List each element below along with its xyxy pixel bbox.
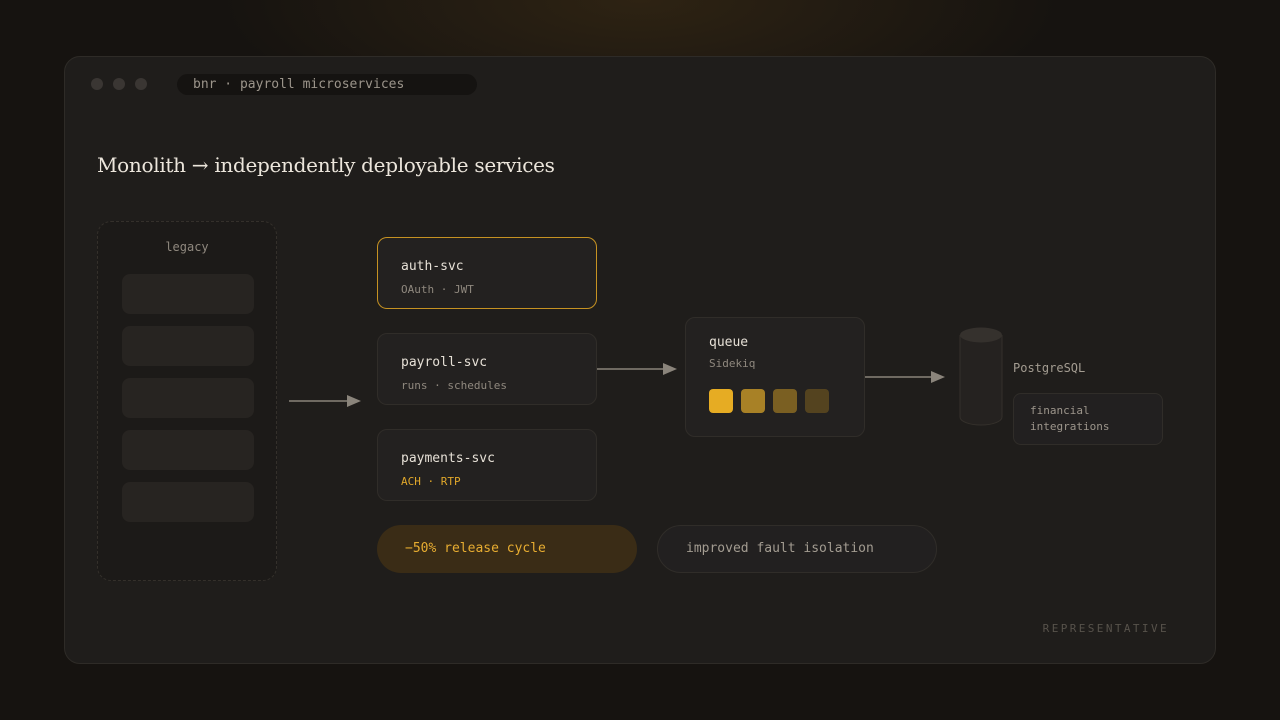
service-name: payroll-svc [401, 355, 488, 370]
window-title: bnr · payroll microservices [177, 74, 477, 95]
arrow-services-to-queue [597, 363, 677, 375]
title-bar: bnr · payroll microservices [65, 57, 1215, 113]
outcome-release-cycle: −50% release cycle [377, 525, 637, 573]
financial-integrations-box: financial integrations [1013, 393, 1163, 445]
legacy-module-block [122, 378, 254, 418]
legacy-label: legacy [165, 240, 209, 254]
queue-job-swatch [805, 389, 829, 413]
diagram-heading: Monolith → independently deployable serv… [97, 153, 555, 177]
legacy-module-block [122, 326, 254, 366]
database-cylinder-icon [959, 327, 1003, 426]
database-label: PostgreSQL [1013, 361, 1086, 375]
service-card-payroll[interactable]: payroll-svc runs · schedules [377, 333, 597, 405]
outcome-fault-isolation: improved fault isolation [657, 525, 937, 573]
app-window: bnr · payroll microservices Monolith → i… [64, 56, 1216, 664]
queue-job-swatch [741, 389, 765, 413]
arrow-queue-to-database [865, 371, 945, 383]
service-card-auth[interactable]: auth-svc OAuth · JWT [377, 237, 597, 309]
window-close-dot[interactable] [91, 78, 103, 90]
service-detail: OAuth · JWT [401, 283, 474, 296]
queue-job-swatch [709, 389, 733, 413]
window-maximize-dot[interactable] [135, 78, 147, 90]
queue-card[interactable]: queue Sidekiq [685, 317, 865, 437]
service-card-payments[interactable]: payments-svc ACH · RTP [377, 429, 597, 501]
legacy-module-block [122, 430, 254, 470]
window-minimize-dot[interactable] [113, 78, 125, 90]
service-name: auth-svc [401, 259, 464, 274]
service-detail: runs · schedules [401, 379, 507, 392]
representative-tag: REPRESENTATIVE [1042, 622, 1169, 635]
queue-name: queue [709, 335, 749, 350]
legacy-monolith: legacy [97, 221, 277, 581]
service-detail: ACH · RTP [401, 475, 461, 488]
legacy-module-block [122, 274, 254, 314]
legacy-module-block [122, 482, 254, 522]
arrow-legacy-to-services [289, 395, 361, 407]
queue-job-swatch [773, 389, 797, 413]
queue-detail: Sidekiq [709, 357, 756, 370]
service-name: payments-svc [401, 451, 495, 466]
